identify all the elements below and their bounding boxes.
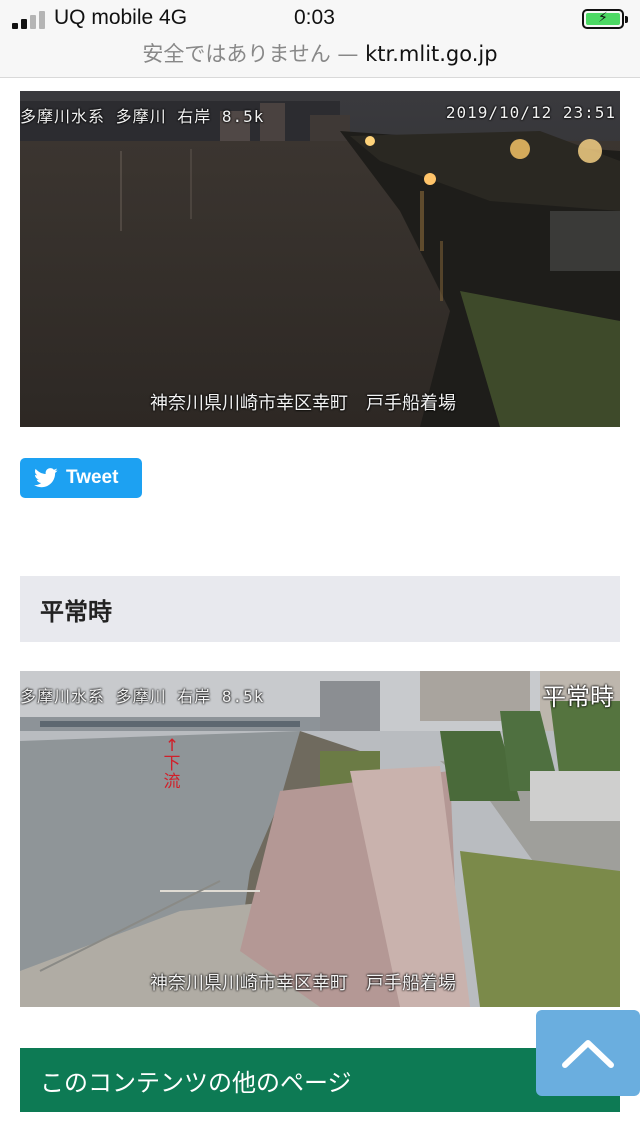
tweet-label: Tweet — [66, 467, 119, 488]
carrier-label: UQ mobile 4G — [54, 6, 188, 29]
browser-status-bar: UQ mobile 4G 0:03 ⚡ 安全ではありません — ktr.mlit… — [0, 0, 640, 78]
normal-time-label: 平常時 — [542, 683, 614, 711]
up-arrow-icon: ↑ — [164, 736, 180, 756]
day-river-scene — [20, 671, 620, 1007]
section-heading-normal: 平常時 — [20, 576, 620, 642]
downstream-indicator: ↑ 下 流 — [162, 737, 182, 791]
other-pages-title: このコンテンツの他のページ — [40, 1068, 352, 1097]
back-to-top-button[interactable] — [536, 1010, 640, 1096]
twitter-bird-icon — [34, 468, 58, 488]
tweet-button[interactable]: Tweet — [20, 458, 142, 498]
camera-location: 神奈川県川崎市幸区幸町 戸手船着場 — [150, 393, 456, 414]
chevron-up-icon — [562, 1040, 614, 1068]
camera-timestamp: 2019/10/12 23:51 — [445, 103, 616, 122]
signal-icon — [12, 11, 48, 29]
normal-camera-image: 多摩川水系 多摩川 右岸 8.5k 平常時 ↑ 下 流 神奈川県川崎市幸区幸町 … — [20, 671, 620, 1007]
section-title: 平常時 — [40, 596, 112, 626]
camera-location: 神奈川県川崎市幸区幸町 戸手船着場 — [150, 973, 456, 994]
flow-char-1: 下 — [163, 754, 181, 774]
url-domain: ktr.mlit.go.jp — [365, 42, 498, 66]
security-warning: 安全ではありません — — [142, 42, 359, 66]
live-camera-image: 多摩川水系 多摩川 右岸 8.5k 2019/10/12 23:51 神奈川県川… — [20, 91, 620, 427]
camera-river-label: 多摩川水系 多摩川 右岸 8.5k — [20, 107, 265, 126]
clock: 0:03 — [294, 6, 335, 29]
camera-river-label: 多摩川水系 多摩川 右岸 8.5k — [20, 687, 265, 706]
battery-icon: ⚡ — [582, 9, 628, 29]
flow-char-2: 流 — [163, 772, 181, 792]
address-bar[interactable]: 安全ではありません — ktr.mlit.go.jp — [0, 38, 640, 68]
other-pages-heading: このコンテンツの他のページ — [20, 1048, 620, 1112]
night-river-scene — [20, 91, 620, 427]
